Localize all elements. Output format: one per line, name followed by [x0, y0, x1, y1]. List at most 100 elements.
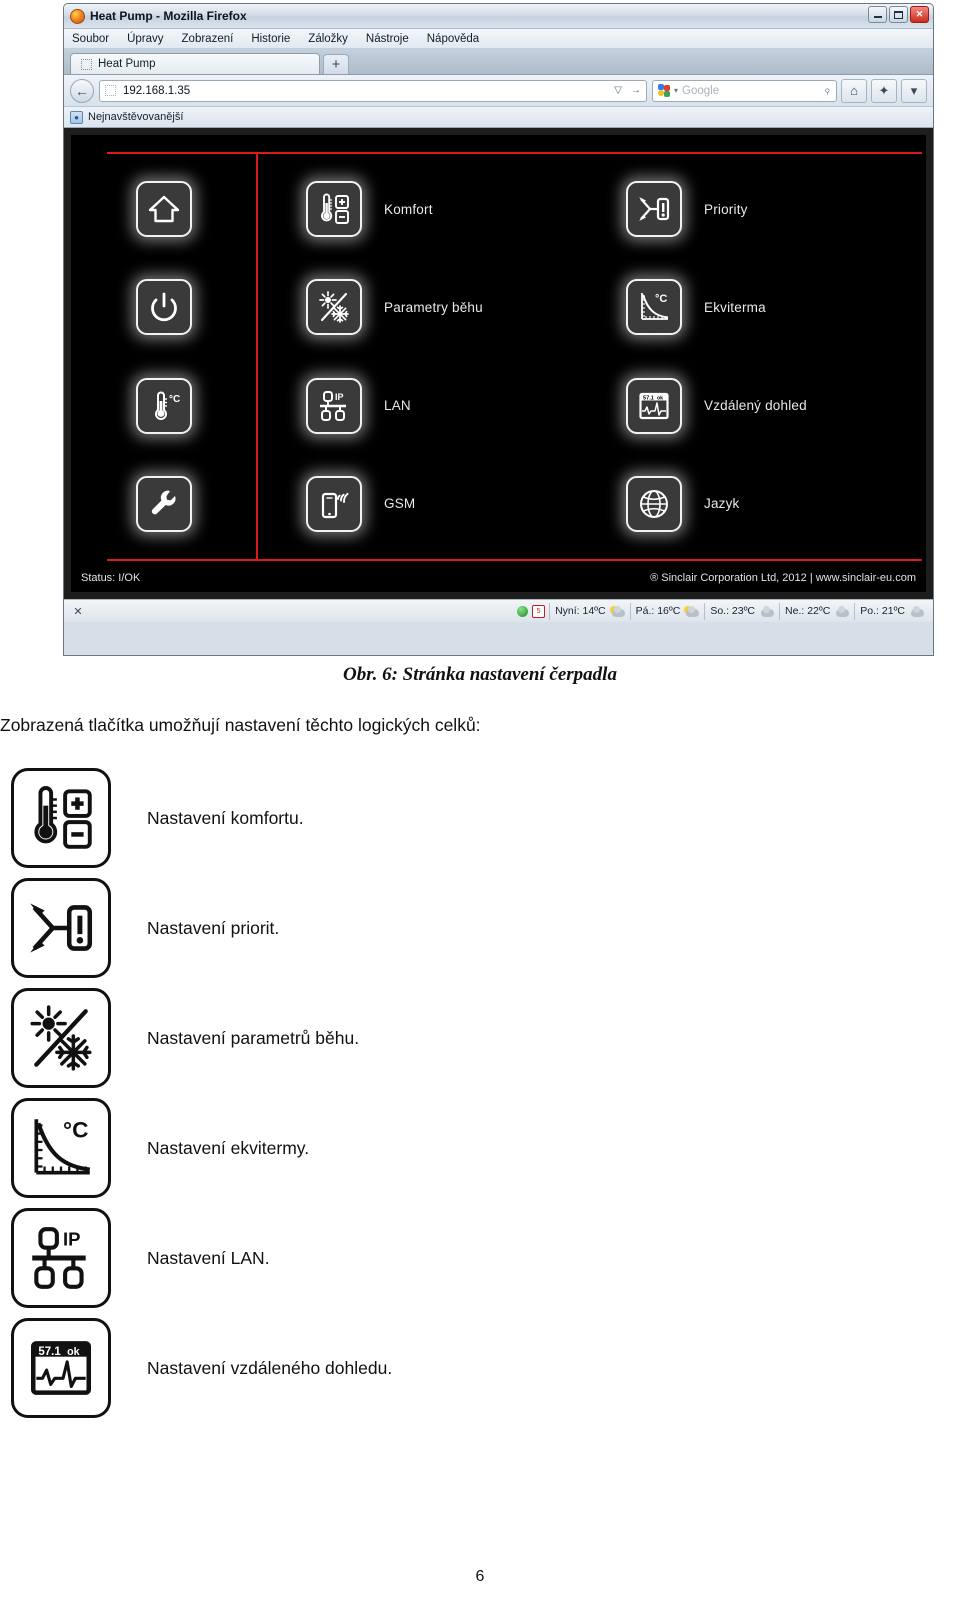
menu-item-zalozky[interactable]: Záložky — [308, 33, 348, 45]
addon-bar-close-icon[interactable]: ✕ — [68, 605, 88, 618]
addons-button[interactable]: ✦ — [871, 78, 897, 103]
list-item: °C Nastavení ekvitermy. — [0, 1093, 960, 1203]
copyright-text: ® Sinclair Corporation Ltd, 2012 | www.s… — [650, 572, 916, 584]
svg-text:ok: ok — [657, 395, 663, 401]
svg-text:°C: °C — [63, 1118, 88, 1143]
new-tab-button[interactable]: + — [323, 54, 349, 74]
search-engine-caret-icon[interactable]: ▾ — [674, 86, 678, 95]
firefox-logo-icon — [70, 8, 85, 24]
weather-friday[interactable]: Pá.: 16ºC — [629, 602, 705, 620]
menu-item-napoveda[interactable]: Nápověda — [427, 33, 479, 45]
bookmark-most-visited[interactable]: Nejnavštěvovanější — [88, 111, 183, 123]
remote-monitoring-display-icon[interactable]: 57.1 ok — [626, 377, 682, 434]
sun-cloud-icon — [683, 605, 700, 617]
gsm-phone-signal-icon[interactable] — [306, 475, 362, 532]
svg-text:°C: °C — [655, 293, 667, 305]
history-dropdown-icon[interactable]: ▽ — [614, 85, 622, 96]
menu-item-historie[interactable]: Historie — [251, 33, 290, 45]
page-viewport: °C Komfort Parametry běhu IP LAN GSM Pri… — [64, 128, 933, 599]
weather-monday[interactable]: Po.: 21ºC — [854, 602, 929, 620]
temperature-nav-button[interactable]: °C — [135, 377, 192, 434]
svg-text:IP: IP — [63, 1229, 80, 1250]
figure-caption: Obr. 6: Stránka nastavení čerpadla — [343, 664, 617, 685]
home-nav-button[interactable] — [135, 181, 192, 238]
svg-text:ok: ok — [67, 1346, 80, 1358]
priority-entry[interactable]: Priority — [626, 181, 926, 238]
left-nav-column: °C — [71, 154, 256, 559]
address-bar-actions: ▽ → — [614, 85, 641, 96]
language-globe-icon[interactable] — [626, 475, 682, 532]
menu-item-nastroje[interactable]: Nástroje — [366, 33, 409, 45]
service-nav-button[interactable] — [135, 475, 192, 532]
list-item-label: Nastavení LAN. — [147, 1247, 270, 1268]
vzdaleny-dohled-entry[interactable]: 57.1 ok Vzdálený dohled — [626, 377, 926, 434]
page-favicon-icon — [105, 85, 116, 96]
weather-saturday[interactable]: So.: 23ºC — [704, 602, 779, 620]
comfort-thermometer-icon[interactable] — [306, 181, 362, 238]
list-item: Nastavení komfortu. — [0, 763, 960, 873]
list-item: IP Nastavení LAN. — [0, 1203, 960, 1313]
weather-friday-label: Pá.: 16ºC — [635, 605, 681, 617]
menu-item-zobrazeni[interactable]: Zobrazení — [182, 33, 234, 45]
gsm-entry[interactable]: GSM — [306, 475, 606, 532]
komfort-label: Komfort — [384, 201, 433, 217]
list-item: Nastavení priorit. — [0, 873, 960, 983]
list-item-label: Nastavení parametrů běhu. — [147, 1027, 360, 1048]
maximize-button[interactable] — [889, 6, 908, 23]
lan-ip-network-icon[interactable]: IP — [306, 377, 362, 434]
weather-saturday-label: So.: 23ºC — [710, 605, 756, 617]
run-parameters-sun-snow-icon[interactable] — [306, 279, 362, 336]
power-nav-button[interactable] — [135, 279, 192, 336]
ekviterma-entry[interactable]: °C Ekviterma — [626, 279, 926, 336]
navigation-toolbar: ← 192.168.1.35 ▽ → ▾ Google ⌕ ⌂ ✦ ▾ — [64, 75, 933, 107]
middle-settings-column: Komfort Parametry běhu IP LAN GSM — [256, 154, 606, 559]
google-logo-icon — [658, 84, 671, 97]
list-item-label: Nastavení komfortu. — [147, 807, 304, 828]
weather-sunday[interactable]: Ne.: 22ºC — [779, 602, 854, 620]
jazyk-label: Jazyk — [704, 496, 740, 512]
parametry-behu-label: Parametry běhu — [384, 299, 483, 315]
lan-ip-network-icon: IP — [11, 1208, 111, 1308]
window-controls: ✕ — [868, 6, 929, 23]
address-bar-value: 192.168.1.35 — [123, 84, 191, 97]
right-settings-column: Priority °C Ekviterma 57.1 ok Vzdálený d… — [606, 154, 926, 559]
search-box[interactable]: ▾ Google ⌕ — [652, 79, 837, 102]
menu-bar: Soubor Úpravy Zobrazení Historie Záložky… — [64, 29, 933, 49]
remote-monitoring-display-icon: 57.1 ok — [11, 1318, 111, 1418]
close-button[interactable]: ✕ — [910, 6, 929, 23]
tab-heat-pump[interactable]: Heat Pump — [70, 53, 320, 74]
weather-monday-label: Po.: 21ºC — [860, 605, 905, 617]
green-status-dot[interactable] — [517, 605, 529, 617]
komfort-entry[interactable]: Komfort — [306, 181, 606, 238]
svg-text:IP: IP — [335, 392, 344, 402]
sun-cloud-icon — [609, 605, 625, 617]
bottom-divider — [107, 559, 922, 561]
equithermal-curve-icon[interactable]: °C — [626, 279, 682, 336]
page-number: 6 — [475, 1568, 485, 1585]
go-arrow-icon[interactable]: → — [631, 85, 641, 96]
toolbar-overflow-button[interactable]: ▾ — [901, 78, 927, 103]
addon-bar: ✕ 5 Nyní: 14ºC Pá.: 16ºC So.: 23ºC Ne.: … — [64, 599, 933, 622]
list-item-label: Nastavení vzdáleného dohledu. — [147, 1357, 393, 1378]
weather-sunday-label: Ne.: 22ºC — [785, 605, 831, 617]
lan-entry[interactable]: IP LAN — [306, 377, 606, 434]
home-button[interactable]: ⌂ — [841, 78, 867, 103]
tab-strip: Heat Pump + — [64, 49, 933, 75]
minimize-button[interactable] — [868, 6, 887, 23]
weather-now[interactable]: Nyní: 14ºC — [549, 602, 630, 620]
parametry-behu-entry[interactable]: Parametry běhu — [306, 279, 606, 336]
settings-list: Nastavení komfortu. Nastavení priorit. N… — [0, 763, 960, 1423]
back-button[interactable]: ← — [70, 78, 94, 103]
calendar-icon[interactable]: 5 — [532, 604, 546, 618]
address-bar[interactable]: 192.168.1.35 ▽ → — [99, 79, 647, 102]
search-input[interactable]: Google — [682, 85, 824, 97]
priority-branch-alert-icon[interactable] — [626, 181, 682, 238]
svg-text:57.1: 57.1 — [643, 395, 654, 401]
menu-item-soubor[interactable]: Soubor — [72, 33, 109, 45]
intro-paragraph: Zobrazená tlačítka umožňují nastavení tě… — [0, 715, 481, 735]
bookmarks-toolbar: ● Nejnavštěvovanější — [64, 107, 933, 128]
firefox-browser-window: Heat Pump - Mozilla Firefox ✕ Soubor Úpr… — [63, 3, 934, 656]
heat-pump-settings-screen: °C Komfort Parametry běhu IP LAN GSM Pri… — [71, 135, 926, 592]
jazyk-entry[interactable]: Jazyk — [626, 475, 926, 532]
menu-item-upravy[interactable]: Úpravy — [127, 33, 163, 45]
